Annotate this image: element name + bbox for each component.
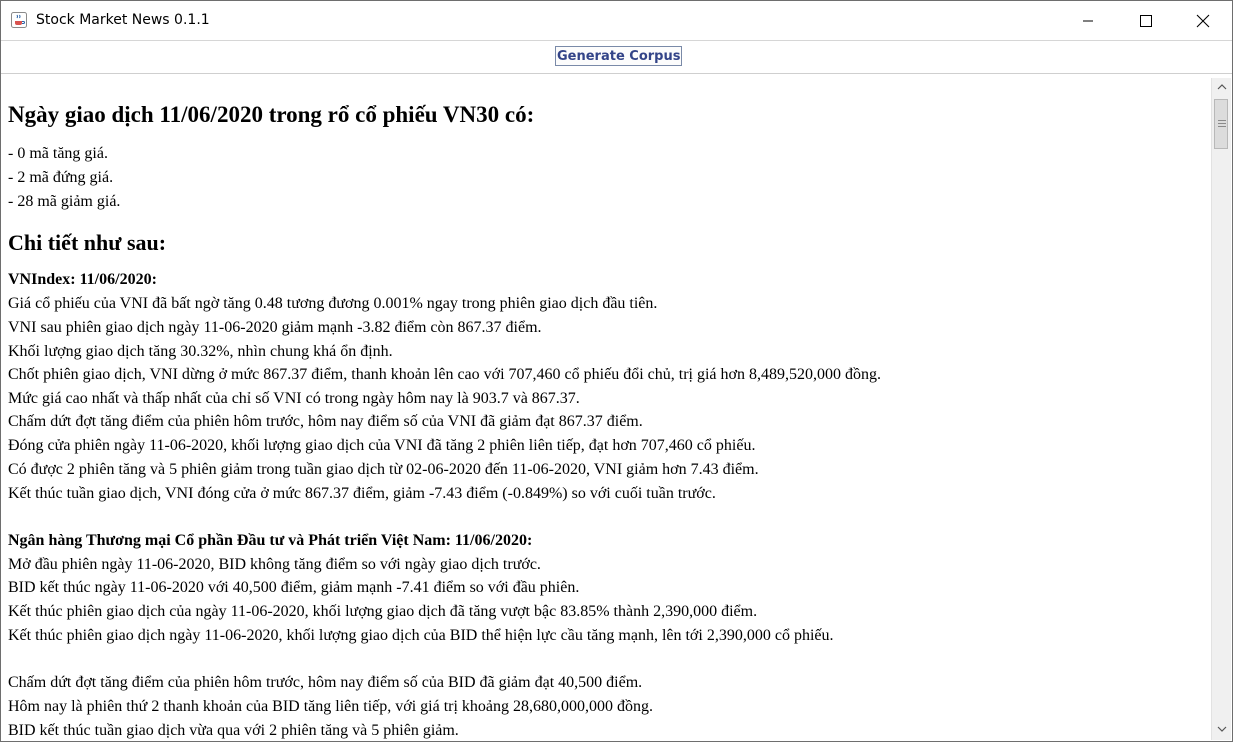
summary-item: - 28 mã giảm giá. (8, 193, 121, 210)
toolbar: Generate Corpus (1, 41, 1232, 74)
news-line: Kết thúc phiên giao dịch ngày 11-06-2020… (8, 627, 834, 644)
news-line: Chấm dứt đợt tăng điểm của phiên hôm trư… (8, 674, 643, 691)
news-line: BID kết thúc ngày 11-06-2020 với 40,500 … (8, 579, 580, 596)
news-line: Kết thúc phiên giao dịch của ngày 11-06-… (8, 603, 758, 620)
minimize-button[interactable] (1059, 1, 1117, 40)
scroll-down-button[interactable] (1212, 720, 1231, 738)
page-heading: Ngày giao dịch 11/06/2020 trong rổ cổ ph… (8, 102, 535, 127)
news-line: VNI sau phiên giao dịch ngày 11-06-2020 … (8, 319, 542, 336)
summary-item: - 2 mã đứng giá. (8, 169, 114, 186)
news-line: Mức giá cao nhất và thấp nhất của chỉ số… (8, 390, 580, 407)
maximize-icon (1140, 14, 1152, 27)
news-line: Khối lượng giao dịch tăng 30.32%, nhìn c… (8, 343, 393, 360)
close-button[interactable] (1174, 1, 1232, 40)
java-cup-icon (11, 12, 27, 28)
scroll-up-button[interactable] (1212, 78, 1231, 96)
section-title: Ngân hàng Thương mại Cổ phần Đầu tư và P… (8, 532, 533, 549)
vertical-scrollbar[interactable] (1211, 78, 1231, 740)
news-line: Đóng cửa phiên ngày 11-06-2020, khối lượ… (8, 437, 756, 454)
news-line: Hôm nay là phiên thứ 2 thanh khoản của B… (8, 698, 654, 715)
news-line: Kết thúc tuần giao dịch, VNI đóng cửa ở … (8, 485, 716, 502)
minimize-icon (1083, 20, 1093, 21)
section-title: VNIndex: 11/06/2020: (8, 271, 157, 288)
news-line: Có được 2 phiên tăng và 5 phiên giảm tro… (8, 461, 759, 478)
news-line: Mở đầu phiên ngày 11-06-2020, BID không … (8, 556, 541, 573)
news-line: Chốt phiên giao dịch, VNI dừng ở mức 867… (8, 366, 881, 383)
news-content: Ngày giao dịch 11/06/2020 trong rổ cổ ph… (1, 78, 1210, 741)
summary-item: - 0 mã tăng giá. (8, 145, 108, 162)
title-bar[interactable]: Stock Market News 0.1.1 (1, 1, 1232, 41)
chevron-down-icon (1217, 726, 1226, 732)
news-line: Giá cổ phiếu của VNI đã bất ngờ tăng 0.4… (8, 295, 658, 312)
maximize-button[interactable] (1117, 1, 1175, 40)
details-heading: Chi tiết như sau: (8, 230, 167, 255)
scroll-thumb[interactable] (1214, 99, 1228, 149)
close-icon (1196, 14, 1210, 27)
generate-corpus-button[interactable]: Generate Corpus (555, 46, 683, 66)
chevron-up-icon (1217, 84, 1226, 90)
news-line: Chấm dứt đợt tăng điểm của phiên hôm trư… (8, 413, 643, 430)
app-window: Stock Market News 0.1.1 Generate Corpus … (0, 0, 1233, 742)
window-title: Stock Market News 0.1.1 (36, 12, 210, 28)
news-line: BID kết thúc tuần giao dịch vừa qua với … (8, 722, 459, 739)
